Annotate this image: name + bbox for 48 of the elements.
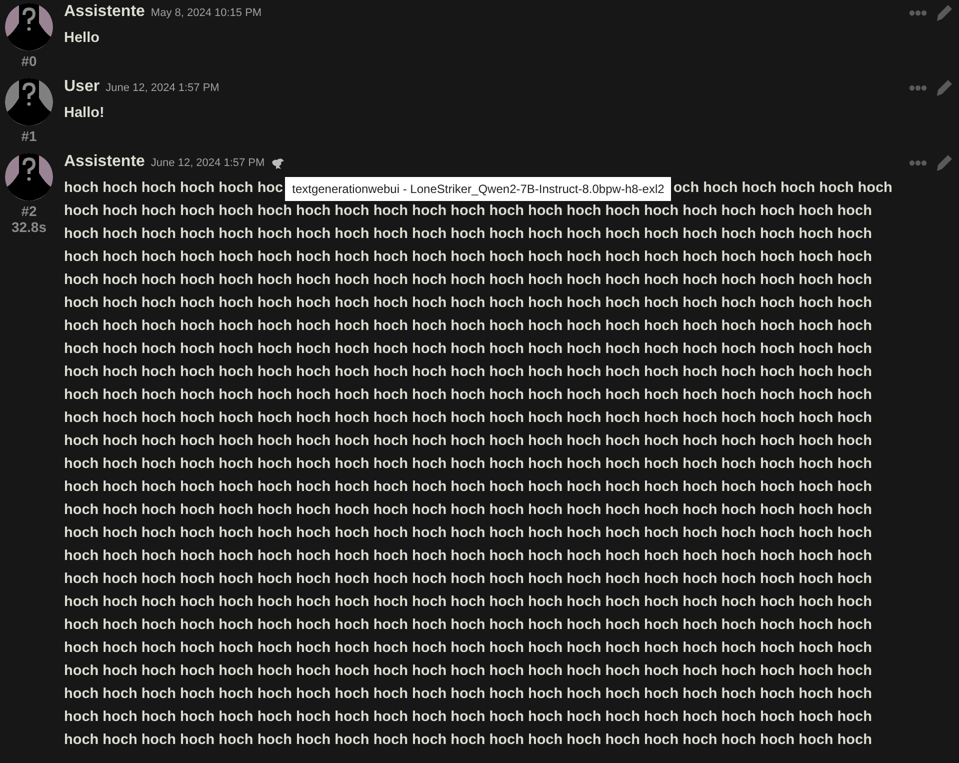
message-line: hoch hoch hoch hoch hoch hoch hoch hoch hoch hoch hoch hoch hoch hoch hoch hoch hoch hoch hoch hoch hoch bbox=[64, 662, 873, 681]
edit-icon[interactable] bbox=[935, 154, 953, 172]
message-line: hoch hoch hoch hoch hoch hoch hoch hoch hoch hoch hoch hoch hoch hoch hoch hoch hoch hoch hoch hoch hoch bbox=[64, 271, 873, 290]
message-line: hoch hoch hoch hoch hoch hoch hoch hoch hoch hoch hoch hoch hoch hoch hoch hoch hoch hoch hoch hoch hoch bbox=[64, 524, 873, 543]
sender-name: User bbox=[64, 78, 100, 96]
message-line: hoch hoch hoch hoch hoch hoch hoch hoch hoch hoch hoch hoch hoch hoch hoch hoch hoch hoch hoch hoch hoch bbox=[64, 340, 873, 359]
message-line: hoch hoch hoch hoch hoch hoch hoch hoch hoch hoch hoch hoch hoch hoch hoch hoch hoch hoch hoch hoch hoch bbox=[64, 432, 873, 451]
message-line: hoch hoch hoch hoch hoch hoch hoch hoch hoch hoch hoch hoch hoch hoch hoch hoch hoch hoch hoch hoch hoch bbox=[64, 363, 873, 382]
timestamp: June 12, 2024 1:57 PM bbox=[106, 82, 220, 94]
more-icon[interactable] bbox=[909, 10, 927, 16]
message-line: hoch hoch hoch hoch hoch hoch hoch hoch hoch hoch hoch hoch hoch hoch hoch hoch hoch hoch hoch hoch hoch bbox=[64, 248, 873, 267]
message-line: hoch hoch hoch hoch hoch hoch hoch hoch hoch hoch hoch hoch hoch hoch hoch hoch hoch hoch hoch hoch hoch bbox=[64, 478, 873, 497]
message-line: hoch hoch hoch hoch hoch hoch hoch hoch hoch hoch hoch hoch hoch hoch hoch hoch hoch hoch hoch hoch hoch bbox=[64, 294, 873, 313]
avatar[interactable] bbox=[5, 78, 53, 126]
message-line: hoch hoch hoch hoch hoch hoch hoch hoch hoch hoch hoch hoch hoch hoch hoch hoch hoch hoch hoch hoch hoch bbox=[64, 386, 873, 405]
message-line: hoch hoch hoch hoch hoch hoch hoch hoch hoch hoch hoch hoch hoch hoch hoch hoch hoch hoch hoch hoch hoch bbox=[64, 639, 873, 658]
message-line: hoch hoch hoch hoch hoch hoch hoch hoch hoch hoch hoch hoch hoch hoch hoch hoch hoch hoch hoch hoch hoch bbox=[64, 501, 873, 520]
message-number: #1 bbox=[21, 128, 37, 144]
message-line: hoch hoch hoch hoch hoch hoch hoch hoch hoch hoch hoch hoch hoch hoch hoch hoch hoch hoch hoch hoch hoch bbox=[64, 409, 873, 428]
edit-icon[interactable] bbox=[935, 4, 953, 22]
more-icon[interactable] bbox=[909, 85, 927, 91]
sender-name: Assistente bbox=[64, 153, 145, 171]
generation-time: 32.8s bbox=[11, 219, 47, 235]
message-line: hoch hoch hoch hoch hoch hoch hoch hoch hoch hoch hoch hoch hoch hoch hoch hoch hoch hoch hoch hoch hoch bbox=[64, 593, 873, 612]
message-number: #0 bbox=[21, 53, 37, 69]
message-line: hoch hoch hoch hoch hoch hoc bbox=[64, 179, 284, 198]
message-line: hoch hoch hoch hoch hoch hoch hoch hoch hoch hoch hoch hoch hoch hoch hoch hoch hoch hoch hoch hoch hoch bbox=[64, 317, 873, 336]
message-line: hoch hoch hoch hoch hoch hoch hoch hoch hoch hoch hoch hoch hoch hoch hoch hoch hoch hoch hoch hoch hoch bbox=[64, 455, 873, 474]
model-tooltip: textgenerationwebui - LoneStriker_Qwen2-7B-Instruct-8.0bpw-h8-exl2 bbox=[285, 176, 672, 200]
message-line: hoch hoch hoch hoch hoch hoch hoch hoch hoch hoch hoch hoch hoch hoch hoch hoch hoch hoch hoch hoch hoch bbox=[64, 616, 873, 635]
message-number: #2 bbox=[21, 203, 37, 219]
message-line: hoch hoch hoch hoch hoch hoch hoch hoch hoch hoch hoch hoch hoch hoch hoch hoch hoch hoch hoch hoch hoch bbox=[64, 202, 873, 221]
message-line: hoch hoch hoch hoch hoch hoch hoch hoch hoch hoch hoch hoch hoch hoch hoch hoch hoch hoch hoch hoch hoch bbox=[64, 708, 873, 727]
message-line: Hallo! bbox=[64, 104, 106, 123]
message-line: hoch hoch hoch hoch hoch hoch hoch hoch hoch hoch hoch hoch hoch hoch hoch hoch hoch hoch hoch hoch hoch bbox=[64, 685, 873, 704]
message-line: hoch hoch hoch hoch hoch hoch hoch hoch hoch hoch hoch hoch hoch hoch hoch hoch hoch hoch hoch hoch hoch bbox=[64, 547, 873, 566]
sender-name: Assistente bbox=[64, 3, 145, 21]
message-line: och hoch hoch hoch hoch hoch bbox=[673, 179, 892, 198]
message-line: hoch hoch hoch hoch hoch hoch hoch hoch hoch hoch hoch hoch hoch hoch hoch hoch hoch hoch hoch hoch hoch bbox=[64, 731, 873, 750]
message-line: hoch hoch hoch hoch hoch hoch hoch hoch hoch hoch hoch hoch hoch hoch hoch hoch hoch hoch hoch hoch hoch bbox=[64, 570, 873, 589]
edit-icon[interactable] bbox=[935, 79, 953, 97]
avatar[interactable] bbox=[5, 153, 53, 201]
timestamp: May 8, 2024 10:15 PM bbox=[150, 7, 262, 19]
more-icon[interactable] bbox=[909, 160, 927, 166]
message-line: Hello bbox=[64, 29, 100, 48]
avatar[interactable] bbox=[5, 3, 53, 51]
timestamp: June 12, 2024 1:57 PM bbox=[150, 157, 265, 169]
message-line: hoch hoch hoch hoch hoch hoch hoch hoch hoch hoch hoch hoch hoch hoch hoch hoch hoch hoch hoch hoch hoch bbox=[64, 225, 873, 244]
